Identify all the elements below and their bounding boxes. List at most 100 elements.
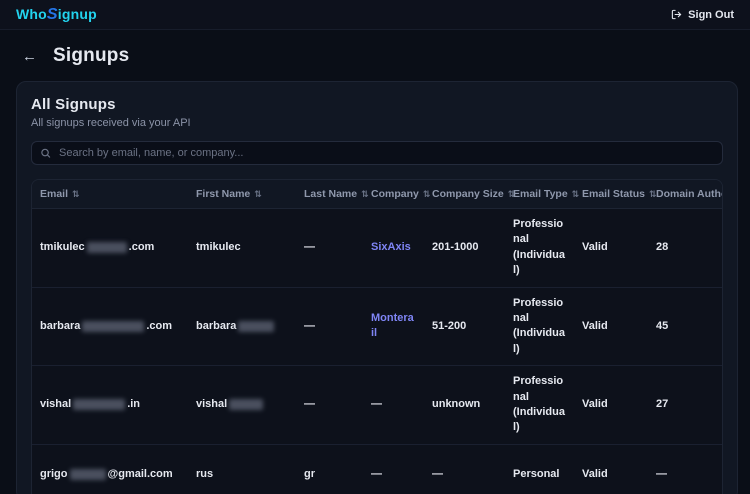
column-header-email_status[interactable]: Email Status⇅ [574, 180, 648, 208]
cell-email_type: Personal [505, 445, 574, 494]
company-link[interactable]: Monterail [371, 311, 416, 342]
cell-text: vishal [196, 397, 227, 412]
table-row: tmikulec .com tmikulec — SixAxis 201-1000 Prof… [32, 209, 723, 288]
redacted-blur [73, 399, 125, 410]
cell-text: Professional (Individual) [513, 374, 566, 436]
search-bar [31, 141, 723, 165]
cell-first_name: barbara [188, 288, 296, 366]
company-link[interactable]: SixAxis [371, 240, 411, 255]
redacted-blur [87, 242, 127, 253]
cell-text: 51-200 [432, 319, 466, 334]
cell-first_name: tmikulec [188, 209, 296, 287]
cell-email_type: Professional (Individual) [505, 366, 574, 444]
column-header-first_name[interactable]: First Name ⇅ [188, 180, 296, 208]
cell-text: — [432, 467, 443, 482]
cell-text: — [371, 467, 382, 482]
table-header-row: Email⇅First Name⇅Last Name⇅Company⇅Compa… [32, 180, 723, 209]
card-subtitle: All signups received via your API [31, 117, 723, 129]
back-arrow-icon[interactable]: ← [20, 47, 39, 66]
cell-text: unknown [432, 397, 480, 412]
cell-email_status: Valid [574, 445, 648, 494]
column-label: Email Type [513, 188, 568, 200]
cell-text: @gmail.com [108, 467, 173, 482]
card-title: All Signups [31, 96, 723, 113]
column-label: First Name [196, 188, 250, 200]
search-icon [40, 148, 51, 159]
table-row: vishal.in vishal — — unknown Professional (In… [32, 366, 723, 445]
cell-domain_authority: 27 [648, 366, 723, 444]
cell-text: 201-1000 [432, 240, 479, 255]
cell-email: barbara .com [32, 288, 188, 366]
column-header-last_name[interactable]: Last Name⇅ [296, 180, 363, 208]
column-header-email[interactable]: Email ⇅ [32, 180, 188, 208]
cell-domain_authority: 45 [648, 288, 723, 366]
logo-s-glyph: S [47, 6, 58, 23]
cell-text: tmikulec [40, 240, 85, 255]
cell-text: barbara [40, 319, 80, 334]
column-header-domain_authority[interactable]: Domain Authority [648, 180, 723, 208]
search-input[interactable] [31, 141, 723, 165]
cell-text: tmikulec [196, 240, 241, 255]
cell-company: — [363, 445, 424, 494]
column-header-company_size[interactable]: Company Size⇅ [424, 180, 505, 208]
cell-email_status: Valid [574, 366, 648, 444]
cell-company_size: unknown [424, 366, 505, 444]
column-header-email_type[interactable]: Email Type⇅ [505, 180, 574, 208]
sign-out-button[interactable]: Sign Out [671, 9, 734, 21]
cell-text: .com [129, 240, 155, 255]
logo-text: Who [16, 6, 47, 22]
cell-domain_authority: 28 [648, 209, 723, 287]
cell-company_size: — [424, 445, 505, 494]
column-header-company[interactable]: Company⇅ [363, 180, 424, 208]
cell-email: tmikulec .com [32, 209, 188, 287]
cell-text: .in [127, 397, 140, 412]
cell-text: barbara [196, 319, 236, 334]
cell-text: — [304, 240, 315, 255]
cell-company_size: 51-200 [424, 288, 505, 366]
column-label: Company [371, 188, 419, 200]
cell-text: gr [304, 467, 315, 482]
cell-text: Valid [582, 397, 608, 412]
top-nav: WhoSignup Sign Out [0, 0, 750, 30]
cell-last_name: — [296, 288, 363, 366]
cell-text: Valid [582, 240, 608, 255]
table-row: grigo@gmail.comrusgr——PersonalValid— [32, 445, 723, 494]
page-header: ← Signups [0, 30, 750, 75]
cell-text: 27 [656, 397, 668, 412]
cell-company_size: 201-1000 [424, 209, 505, 287]
cell-text: rus [196, 467, 213, 482]
cell-email_type: Professional (Individual) [505, 288, 574, 366]
cell-last_name: gr [296, 445, 363, 494]
column-label: Domain Authority [656, 188, 723, 200]
signups-table: Email⇅First Name⇅Last Name⇅Company⇅Compa… [31, 179, 723, 494]
cell-text: — [371, 397, 382, 412]
cell-email_status: Valid [574, 288, 648, 366]
app-logo[interactable]: WhoSignup [16, 6, 97, 24]
logo-text: ignup [58, 6, 97, 22]
all-signups-card: All Signups All signups received via you… [16, 81, 738, 494]
cell-company: — [363, 366, 424, 444]
cell-text: 28 [656, 240, 668, 255]
cell-text: Personal [513, 467, 559, 482]
cell-text: 45 [656, 319, 668, 334]
cell-text: Valid [582, 467, 608, 482]
cell-last_name: — [296, 366, 363, 444]
cell-text: Professional (Individual) [513, 296, 566, 358]
sign-out-label: Sign Out [688, 9, 734, 21]
logout-icon [671, 9, 682, 20]
column-label: Company Size [432, 188, 504, 200]
cell-text: Professional (Individual) [513, 217, 566, 279]
cell-text: — [304, 397, 315, 412]
redacted-blur [82, 321, 144, 332]
cell-text: Valid [582, 319, 608, 334]
cell-last_name: — [296, 209, 363, 287]
cell-domain_authority: — [648, 445, 723, 494]
cell-email_status: Valid [574, 209, 648, 287]
cell-email: vishal.in [32, 366, 188, 444]
cell-company: Monterail [363, 288, 424, 366]
redacted-blur [238, 321, 274, 332]
sort-icon: ⇅ [72, 190, 80, 199]
column-label: Email [40, 188, 68, 200]
sort-icon: ⇅ [254, 190, 262, 199]
cell-text: .com [146, 319, 172, 334]
